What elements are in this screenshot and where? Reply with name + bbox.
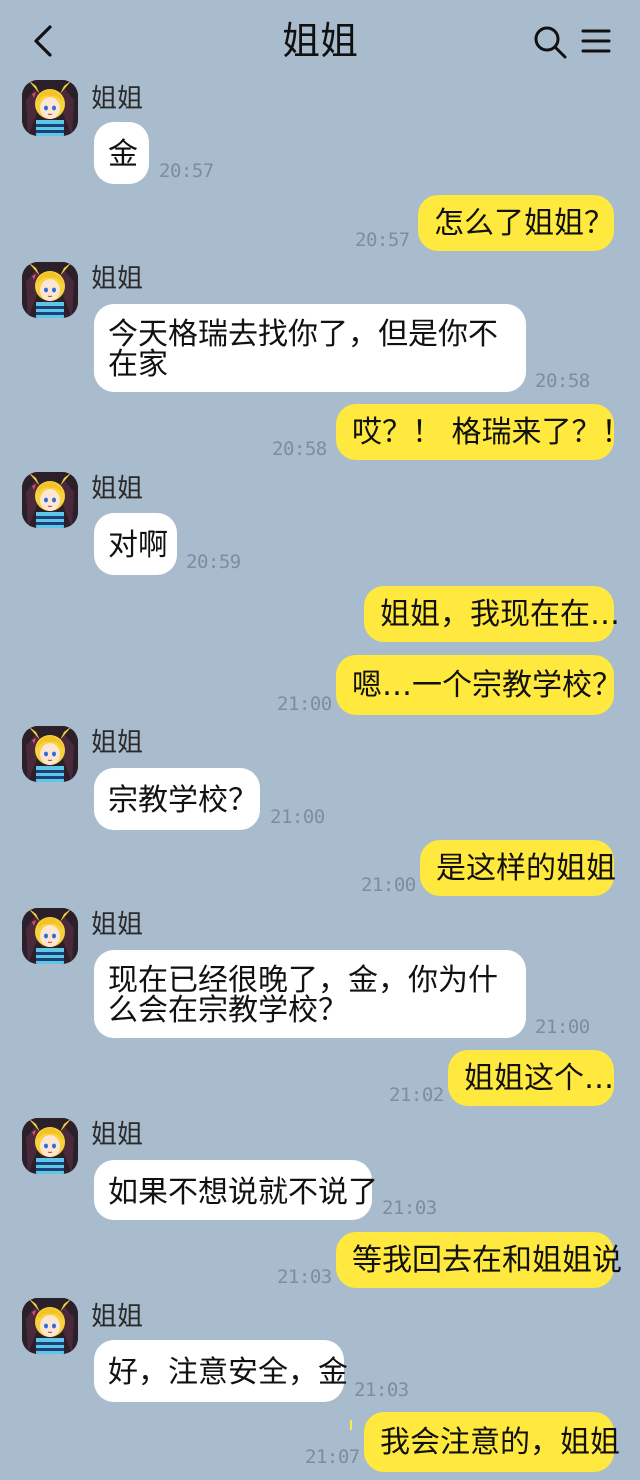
- message-time: 21:00: [535, 1016, 590, 1038]
- search-icon[interactable]: [532, 24, 568, 60]
- message-bubble-outgoing[interactable]: 姐姐这个…: [448, 1050, 614, 1106]
- sender-name: 姐姐: [91, 1302, 144, 1332]
- message-time: 20:57: [355, 229, 410, 251]
- message-time: 21:00: [277, 693, 332, 715]
- message-time: 20:58: [272, 438, 327, 460]
- message-bubble-incoming[interactable]: 现在已经很晚了，金，你为什么会在宗教学校？: [94, 950, 526, 1038]
- sender-name: 姐姐: [91, 474, 144, 504]
- avatar[interactable]: [22, 908, 78, 964]
- message-time: 21:07: [305, 1446, 360, 1468]
- avatar[interactable]: [22, 1298, 78, 1354]
- sender-name: 姐姐: [91, 84, 144, 114]
- message-time: 21:03: [382, 1197, 437, 1219]
- sender-name: 姐姐: [91, 728, 144, 758]
- avatar[interactable]: [22, 472, 78, 528]
- chat-header: 姐姐: [0, 0, 640, 80]
- hamburger-menu-icon[interactable]: [580, 26, 612, 56]
- message-bubble-incoming[interactable]: 对啊: [94, 513, 177, 575]
- message-time: 21:02: [389, 1084, 444, 1106]
- avatar[interactable]: [22, 80, 78, 136]
- message-bubble-outgoing[interactable]: 等我回去在和姐姐说: [336, 1232, 622, 1288]
- sender-name: 姐姐: [91, 264, 144, 294]
- avatar[interactable]: [22, 1118, 78, 1174]
- avatar[interactable]: [22, 726, 78, 782]
- message-time: 21:00: [270, 806, 325, 828]
- message-time: 21:03: [354, 1379, 409, 1401]
- message-bubble-outgoing[interactable]: 我会注意的，姐姐: [364, 1412, 620, 1472]
- message-bubble-incoming[interactable]: 金: [94, 122, 149, 184]
- message-time: 20:57: [159, 160, 214, 182]
- message-bubble-outgoing[interactable]: 嗯…一个宗教学校？: [336, 655, 622, 715]
- message-time: 21:00: [361, 874, 416, 896]
- message-time: 20:58: [535, 370, 590, 392]
- message-bubble-outgoing[interactable]: 怎么了姐姐？: [418, 195, 614, 251]
- message-bubble-incoming[interactable]: 好，注意安全，金: [94, 1340, 348, 1402]
- message-bubble-outgoing[interactable]: 哎？！ 格瑞来了？！: [336, 404, 632, 460]
- avatar[interactable]: [22, 262, 78, 318]
- read-indicator: [350, 1420, 352, 1430]
- sender-name: 姐姐: [91, 1120, 144, 1150]
- message-time: 21:03: [277, 1266, 332, 1288]
- message-bubble-outgoing[interactable]: 姐姐，我现在在…: [364, 586, 620, 642]
- message-bubble-outgoing[interactable]: 是这样的姐姐: [420, 840, 616, 896]
- message-bubble-incoming[interactable]: 宗教学校？: [94, 768, 260, 830]
- message-bubble-incoming[interactable]: 如果不想说就不说了: [94, 1160, 378, 1220]
- sender-name: 姐姐: [91, 910, 144, 940]
- message-time: 20:59: [186, 551, 241, 573]
- message-bubble-incoming[interactable]: 今天格瑞去找你了，但是你不在家: [94, 304, 526, 392]
